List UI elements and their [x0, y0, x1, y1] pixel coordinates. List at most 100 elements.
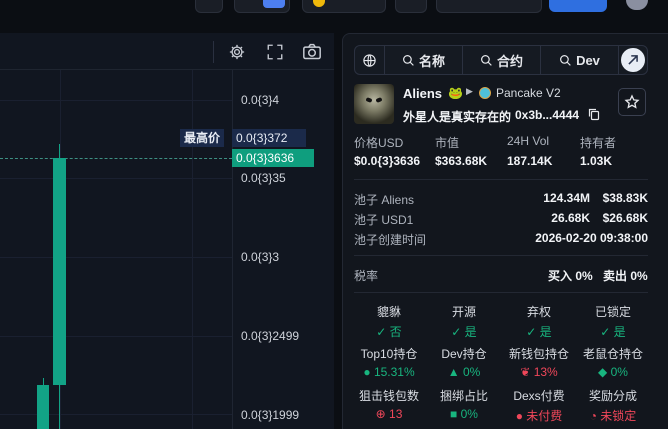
- search-icon: [481, 54, 492, 66]
- star-icon: [624, 94, 640, 109]
- chevron-right-icon: ▶: [466, 86, 473, 96]
- pool-label: 池子 USD1: [354, 213, 414, 227]
- security-title: 老鼠仓持仓: [582, 347, 643, 361]
- person-icon: ●: [363, 365, 371, 379]
- search-name-label: 名称: [418, 53, 445, 69]
- wallet-button[interactable]: [302, 0, 386, 13]
- camera-icon[interactable]: [302, 42, 322, 62]
- fullscreen-icon[interactable]: [265, 42, 285, 62]
- search-contract-label: 合约: [496, 53, 523, 69]
- divider: [354, 179, 648, 180]
- token-address[interactable]: 0x3b...4444: [515, 108, 579, 122]
- divider: [354, 292, 648, 293]
- connect-button[interactable]: [549, 0, 607, 12]
- divider: [354, 255, 648, 256]
- stat-label: 持有者: [580, 136, 617, 150]
- tax-sell: 卖出 0%: [603, 269, 648, 283]
- pepe-icon: 🐸: [448, 86, 463, 100]
- security-item-honeypot: 貔貅 ✓ 否: [353, 303, 425, 340]
- security-value: 0%: [462, 365, 481, 379]
- pie-icon: ◔: [589, 409, 597, 423]
- favorite-star-button[interactable]: [618, 88, 646, 116]
- tax-buy: 买入 0%: [548, 269, 593, 283]
- token-logo: [354, 84, 394, 124]
- grid-line: [0, 178, 232, 179]
- y-axis-label: 0.0{3}35: [241, 171, 286, 185]
- address-button[interactable]: [436, 0, 542, 13]
- pool-created-time: 2026-02-20 09:38:00: [535, 231, 648, 245]
- gear-icon[interactable]: [227, 42, 247, 62]
- security-title: 弃权: [526, 305, 551, 319]
- candle: [53, 158, 66, 385]
- search-icon: [560, 54, 571, 66]
- stat-label: 价格USD: [354, 136, 404, 150]
- toolbar-divider: [213, 41, 214, 63]
- security-item-top10: Top10持仓 ● 15.31%: [353, 345, 425, 379]
- network-selector[interactable]: [234, 0, 290, 13]
- pool-usd: $26.68K: [602, 211, 648, 225]
- hat-icon: ▲: [447, 365, 460, 379]
- globe-icon[interactable]: [354, 45, 384, 75]
- security-item-open-source: 开源 ✓ 是: [428, 303, 500, 340]
- security-title: 貔貅: [376, 305, 401, 319]
- network-badge: [263, 0, 285, 8]
- security-title: 已锁定: [594, 305, 631, 319]
- candle: [37, 385, 49, 429]
- y-axis-border: [232, 70, 233, 429]
- pancake-icon: [479, 87, 491, 99]
- high-price-value: 0.0{3}372: [232, 129, 306, 147]
- tax-label: 税率: [354, 269, 379, 283]
- share-arrow-icon[interactable]: [621, 48, 645, 72]
- search-by-contract-button[interactable]: 合约: [463, 45, 540, 75]
- y-axis-label: 0.0{3}4: [241, 93, 280, 107]
- security-value: 未付费: [526, 409, 563, 423]
- security-item-reward-share: 奖励分成 ◔ 未锁定: [577, 387, 649, 424]
- token-full-name: 外星人是真实存在的: [403, 110, 512, 124]
- security-item-dexs-paid: Dexs付费 ● 未付费: [503, 387, 575, 424]
- crosshair-icon: ⊕: [375, 407, 386, 421]
- coin-icon: ●: [515, 409, 523, 423]
- security-value: 13%: [533, 365, 558, 379]
- pool-label: 池子 Aliens: [354, 193, 415, 207]
- pool-label: 池子创建时间: [354, 233, 427, 247]
- security-item-renounced: 弃权 ✓ 是: [503, 303, 575, 340]
- y-axis-label: 0.0{3}2499: [241, 329, 300, 343]
- stat-value: $363.68K: [435, 154, 488, 168]
- grid-line: [0, 414, 232, 415]
- copy-icon[interactable]: [588, 108, 600, 124]
- grid-line: [0, 336, 232, 337]
- pool-amount: 26.68K: [551, 211, 590, 225]
- rat-icon: ◆: [598, 365, 608, 379]
- search-dev-label: Dev: [576, 52, 600, 68]
- grid-line: [192, 70, 193, 429]
- security-value: ✓ 是: [451, 325, 477, 339]
- high-price-label: 最高价: [180, 129, 225, 147]
- stat-value: 1.03K: [580, 154, 613, 168]
- search-by-name-button[interactable]: 名称: [385, 45, 462, 75]
- token-symbol: Aliens: [403, 86, 443, 101]
- grid-line: [0, 257, 232, 258]
- stat-value: $0.0{3}3636: [354, 154, 421, 168]
- divider: [618, 45, 619, 75]
- security-item-bundle: 捆绑占比 ■ 0%: [428, 387, 500, 421]
- security-item-rat: 老鼠仓持仓 ◆ 0%: [577, 345, 649, 379]
- stat-value: 187.14K: [507, 154, 553, 168]
- bars-icon[interactable]: [195, 0, 223, 13]
- stat-label: 24H Vol: [507, 134, 550, 148]
- security-item-new-wallet: 新钱包持仓 ❦ 13%: [503, 345, 575, 379]
- security-value: 0%: [610, 365, 628, 379]
- price-chart[interactable]: [0, 33, 334, 429]
- gear-icon[interactable]: [395, 0, 427, 13]
- dex-name: Pancake V2: [496, 86, 561, 100]
- search-icon: [403, 54, 414, 66]
- security-title: Dev持仓: [441, 347, 487, 361]
- coin-icon: [313, 0, 325, 7]
- y-axis-label: 0.0{3}1999: [241, 408, 300, 422]
- security-value: 15.31%: [373, 365, 415, 379]
- security-title: 奖励分成: [588, 389, 637, 403]
- security-item-locked: 已锁定 ✓ 是: [577, 303, 649, 340]
- search-by-dev-button[interactable]: Dev: [541, 45, 618, 75]
- security-title: 开源: [451, 305, 476, 319]
- security-value: 0%: [460, 407, 478, 421]
- security-title: 新钱包持仓: [508, 347, 569, 361]
